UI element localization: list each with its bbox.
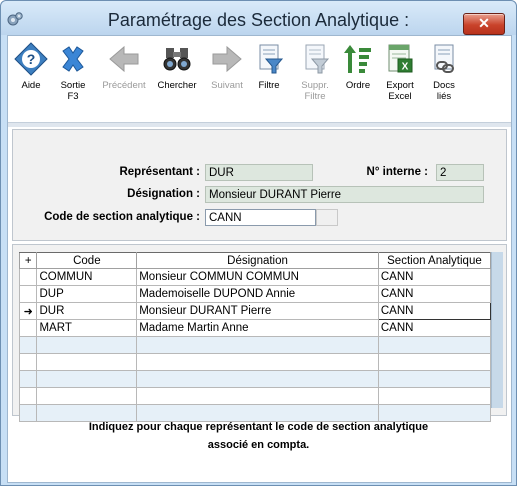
designation-field[interactable]: Monsieur DURANT Pierre xyxy=(205,186,484,203)
column-options-icon[interactable]: + xyxy=(18,252,38,269)
arrow-left-icon xyxy=(109,45,139,73)
help-button[interactable]: ? Aide xyxy=(8,42,54,91)
remove-filter-button[interactable]: Suppr. Filtre xyxy=(292,42,338,102)
help-icon: ? xyxy=(14,42,48,76)
row-code[interactable]: COMMUN xyxy=(36,268,138,286)
toolbar-separator xyxy=(8,122,511,127)
exit-button[interactable]: Sortie F3 xyxy=(50,42,96,102)
title-bar: Paramétrage des Section Analytique : ✕ xyxy=(1,1,516,35)
row-selector[interactable] xyxy=(18,319,38,337)
table-row[interactable]: DUP Mademoiselle DUPOND Annie CANN xyxy=(18,285,492,303)
next-label: Suivant xyxy=(211,80,243,91)
row-selector[interactable] xyxy=(18,268,38,286)
empty-row[interactable] xyxy=(18,353,492,371)
column-header-section[interactable]: Section Analytique xyxy=(377,252,492,269)
row-selector[interactable] xyxy=(18,285,38,303)
filter-button[interactable]: Filtre xyxy=(246,42,292,91)
empty-row[interactable] xyxy=(18,336,492,354)
representant-label: Représentant : xyxy=(119,166,200,178)
empty-row[interactable] xyxy=(18,387,492,405)
linked-docs-label: Docs liés xyxy=(433,80,455,102)
current-row-arrow-icon[interactable]: ➜ xyxy=(18,302,38,320)
code-section-input[interactable]: CANN xyxy=(205,209,316,226)
filter-icon xyxy=(259,44,284,74)
designation-label: Désignation : xyxy=(127,188,200,200)
sort-button[interactable]: Ordre xyxy=(335,42,381,91)
row-code[interactable]: DUR xyxy=(36,302,138,320)
help-label: Aide xyxy=(21,80,41,91)
row-designation[interactable]: Mademoiselle DUPOND Annie xyxy=(136,285,379,303)
next-button[interactable]: Suivant xyxy=(204,42,250,91)
empty-row[interactable] xyxy=(18,370,492,388)
row-designation[interactable]: Monsieur DURANT Pierre xyxy=(136,302,379,320)
table-row[interactable]: MART Madame Martin Anne CANN xyxy=(18,319,492,337)
representant-field[interactable]: DUR xyxy=(205,164,313,181)
column-header-code[interactable]: Code xyxy=(36,252,138,269)
exit-label: Sortie F3 xyxy=(60,80,86,102)
remove-filter-icon xyxy=(305,44,330,74)
hint-text: Indiquez pour chaque représentant le cod… xyxy=(12,418,505,454)
vertical-scrollbar[interactable] xyxy=(491,252,503,408)
hint-line-1: Indiquez pour chaque représentant le cod… xyxy=(88,421,429,433)
close-button[interactable]: ✕ xyxy=(463,13,505,35)
dialog-window: Paramétrage des Section Analytique : ✕ ?… xyxy=(0,0,517,486)
svg-text:?: ? xyxy=(27,51,36,67)
previous-button[interactable]: Précédent xyxy=(98,42,150,91)
row-designation[interactable]: Madame Martin Anne xyxy=(136,319,379,337)
row-section[interactable]: CANN xyxy=(377,268,492,286)
row-section-editing[interactable]: CANN xyxy=(377,302,492,320)
toolbar: ? Aide Sortie F3 Précédent Chercher Suiv… xyxy=(8,36,511,122)
section-table: + Code Désignation Section Analytique CO… xyxy=(18,252,492,422)
search-button[interactable]: Chercher xyxy=(154,42,200,91)
svg-text:X: X xyxy=(402,62,409,73)
column-header-designation[interactable]: Désignation xyxy=(136,252,379,269)
table-row[interactable]: COMMUN Monsieur COMMUN COMMUN CANN xyxy=(18,268,492,286)
row-code[interactable]: MART xyxy=(36,319,138,337)
row-designation[interactable]: Monsieur COMMUN COMMUN xyxy=(136,268,379,286)
code-section-dropdown[interactable] xyxy=(316,209,338,226)
hint-line-2: associé en compta. xyxy=(207,439,310,451)
previous-label: Précédent xyxy=(102,80,146,91)
export-excel-label: Export Excel xyxy=(386,80,414,102)
grid-panel: + Code Désignation Section Analytique CO… xyxy=(12,244,507,422)
sort-label: Ordre xyxy=(345,80,371,91)
num-interne-field[interactable]: 2 xyxy=(436,164,484,181)
remove-filter-label: Suppr. Filtre xyxy=(301,80,329,102)
code-section-label: Code de section analytique : xyxy=(44,211,200,223)
num-interne-label: N° interne : xyxy=(366,166,428,178)
binoculars-icon xyxy=(163,48,191,71)
linked-docs-button[interactable]: Docs liés xyxy=(421,42,467,102)
table-header-row: + Code Désignation Section Analytique xyxy=(18,252,492,269)
table-row-current[interactable]: ➜ DUR Monsieur DURANT Pierre CANN xyxy=(18,302,492,320)
dialog-client: ? Aide Sortie F3 Précédent Chercher Suiv… xyxy=(7,35,512,483)
window-title: Paramétrage des Section Analytique : xyxy=(107,10,410,30)
export-excel-button[interactable]: X Export Excel xyxy=(377,42,423,102)
exit-icon xyxy=(62,46,84,72)
row-code[interactable]: DUP xyxy=(36,285,138,303)
filter-label: Filtre xyxy=(258,80,280,91)
search-label: Chercher xyxy=(157,80,197,91)
sort-icon xyxy=(344,45,371,73)
row-section[interactable]: CANN xyxy=(377,319,492,337)
arrow-right-icon xyxy=(212,45,242,73)
row-section[interactable]: CANN xyxy=(377,285,492,303)
excel-icon: X xyxy=(388,44,413,73)
linked-docs-icon xyxy=(434,44,454,73)
